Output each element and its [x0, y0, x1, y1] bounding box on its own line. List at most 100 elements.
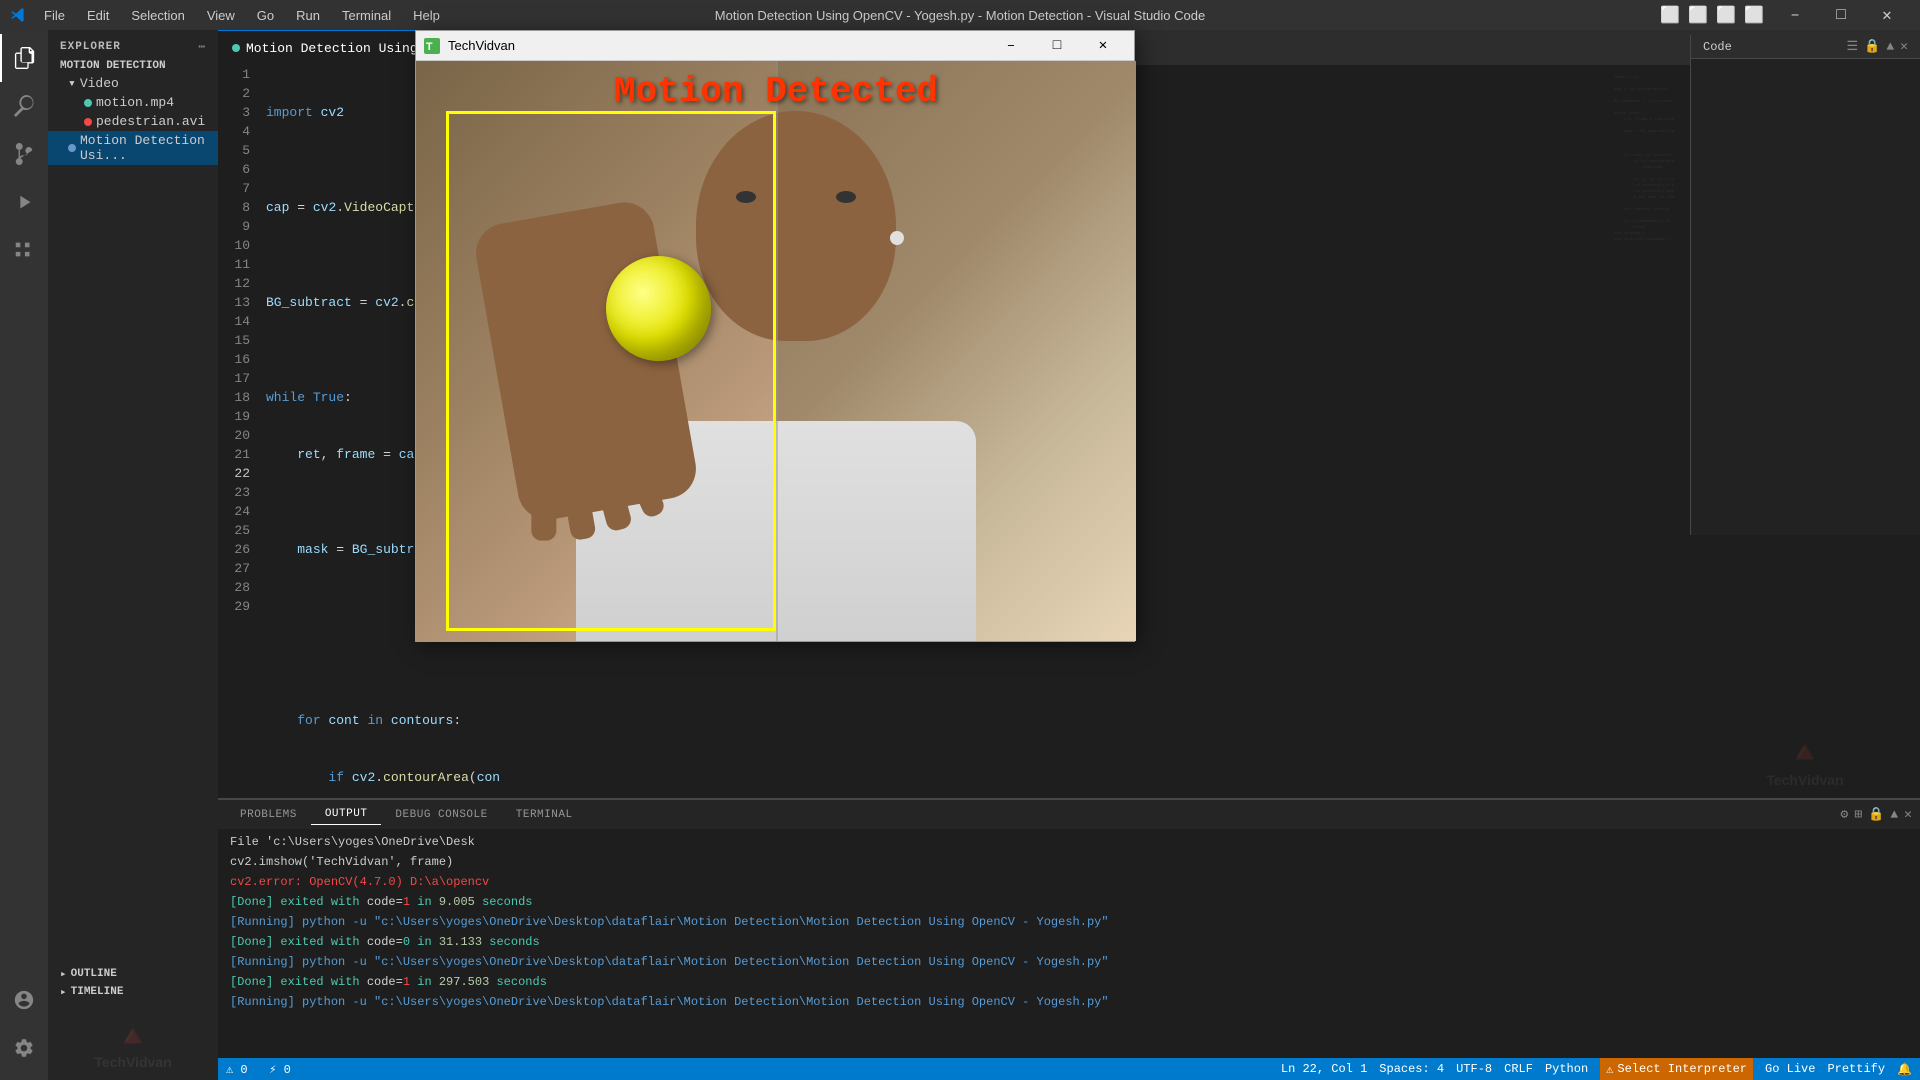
panel-split-icon[interactable]: ⊞: [1854, 807, 1862, 822]
tab-status-dot: [232, 44, 240, 52]
status-notification-icon[interactable]: 🔔: [1897, 1062, 1912, 1077]
line-num-25: 25: [218, 521, 250, 540]
tab-debug-console[interactable]: DEBUG CONSOLE: [381, 805, 501, 825]
opencv-titlebar: T TechVidvan – □ ✕: [416, 31, 1134, 61]
menu-edit[interactable]: Edit: [77, 4, 119, 27]
line-num-5: 5: [218, 141, 250, 160]
close-button[interactable]: ✕: [1864, 0, 1910, 30]
code-line-15: if cv2.contourArea(con: [266, 768, 1610, 787]
sidebar-header: Explorer ⋯: [48, 30, 218, 58]
line-num-26: 26: [218, 540, 250, 559]
status-line-ending[interactable]: CRLF: [1504, 1062, 1533, 1076]
activity-accounts[interactable]: [0, 976, 48, 1024]
layout-icon-1[interactable]: ⬜: [1660, 5, 1680, 25]
menu-selection[interactable]: Selection: [121, 4, 194, 27]
menu-view[interactable]: View: [197, 4, 245, 27]
line-num-18: 18: [218, 388, 250, 407]
menu-file[interactable]: File: [34, 4, 75, 27]
terminal-line-5: [Done] exited with code=1 in 9.005 secon…: [230, 893, 1908, 911]
menu-help[interactable]: Help: [403, 4, 450, 27]
panel-tabs-bar: PROBLEMS OUTPUT DEBUG CONSOLE TERMINAL ⚙…: [218, 799, 1920, 829]
status-spaces[interactable]: Spaces: 4: [1379, 1062, 1444, 1076]
line-num-6: 6: [218, 160, 250, 179]
panel-lock-icon[interactable]: 🔒: [1868, 807, 1884, 822]
tab-terminal[interactable]: TERMINAL: [502, 805, 587, 825]
panel-settings-icon[interactable]: ⚙: [1841, 807, 1849, 822]
new-file-icon[interactable]: ⋯: [198, 40, 206, 54]
chevron-down-icon: ▾: [68, 76, 76, 91]
activity-search[interactable]: [0, 82, 48, 130]
status-language[interactable]: Python: [1545, 1062, 1588, 1076]
activity-run-debug[interactable]: [0, 178, 48, 226]
line-num-22: 22: [218, 464, 250, 483]
title-bar-controls: – □ ✕: [1772, 0, 1910, 30]
outline-label[interactable]: ▸ OUTLINE: [48, 965, 218, 983]
menu-run[interactable]: Run: [286, 4, 330, 27]
status-interpreter[interactable]: ⚠ Select Interpreter: [1600, 1058, 1753, 1080]
sidebar-item-motion-mp4[interactable]: motion.mp4: [48, 93, 218, 112]
panel-right-controls: ⚙ ⊞ 🔒 ▲ ✕: [1841, 807, 1912, 822]
layout-icon-4[interactable]: ⬜: [1744, 5, 1764, 25]
sidebar-item-main-py[interactable]: Motion Detection Usi...: [48, 131, 218, 165]
status-prettify[interactable]: Prettify: [1827, 1062, 1885, 1076]
opencv-close[interactable]: ✕: [1080, 31, 1126, 61]
video-frame: Motion Detected: [416, 61, 1136, 641]
timeline-label[interactable]: ▸ TIMELINE: [48, 983, 218, 1001]
line-num-15: 15: [218, 331, 250, 350]
status-go-live[interactable]: Go Live: [1765, 1062, 1815, 1076]
sidebar-item-pedestrian-avi[interactable]: pedestrian.avi: [48, 112, 218, 131]
yellow-ball: [606, 256, 711, 361]
line-num-13: 13: [218, 293, 250, 312]
sidebar-header-icons[interactable]: ⋯: [198, 40, 206, 54]
activity-bar-bottom: [0, 976, 48, 1080]
opencv-maximize[interactable]: □: [1034, 31, 1080, 61]
status-encoding[interactable]: UTF-8: [1456, 1062, 1492, 1076]
opencv-window: T TechVidvan – □ ✕ Motion Detected: [415, 30, 1135, 642]
warning-triangle-icon: ⚠: [1606, 1062, 1613, 1077]
activity-source-control[interactable]: [0, 130, 48, 178]
minimize-button[interactable]: –: [1772, 0, 1818, 30]
opencv-window-title: TechVidvan: [448, 38, 515, 53]
opencv-minimize[interactable]: –: [988, 31, 1034, 61]
opencv-titlebar-left: T TechVidvan: [424, 38, 515, 54]
status-bar: ⚠ 0 ⚡ 0 Ln 22, Col 1 Spaces: 4 UTF-8 CRL…: [218, 1058, 1920, 1080]
line-num-4: 4: [218, 122, 250, 141]
panel-maximize-icon[interactable]: ▲: [1890, 807, 1898, 822]
error-icon: ⚠: [226, 1063, 233, 1077]
activity-settings[interactable]: [0, 1024, 48, 1072]
sidebar: Explorer ⋯ MOTION DETECTION ▾ Video moti…: [48, 30, 218, 1080]
line-num-19: 19: [218, 407, 250, 426]
title-bar-menu[interactable]: File Edit Selection View Go Run Terminal…: [34, 4, 450, 27]
tab-problems[interactable]: PROBLEMS: [226, 805, 311, 825]
file-name: Motion Detection Usi...: [80, 133, 218, 163]
sidebar-item-video[interactable]: ▾ Video: [48, 74, 218, 93]
file-name: motion.mp4: [96, 95, 174, 110]
terminal-line-7: [Running] python -u "c:\Users\yoges\OneD…: [230, 913, 1908, 931]
status-left: ⚠ 0 ⚡ 0: [226, 1062, 291, 1077]
chevron-right-icon: ▸: [60, 985, 67, 999]
line-num-20: 20: [218, 426, 250, 445]
status-right: Ln 22, Col 1 Spaces: 4 UTF-8 CRLF Python…: [1281, 1058, 1912, 1080]
terminal-line-9: [Done] exited with code=0 in 31.133 seco…: [230, 933, 1908, 951]
line-num-12: 12: [218, 274, 250, 293]
project-label[interactable]: MOTION DETECTION: [48, 58, 218, 74]
maximize-button[interactable]: □: [1818, 0, 1864, 30]
menu-go[interactable]: Go: [247, 4, 284, 27]
vscode-icon: [10, 7, 26, 23]
layout-icon-2[interactable]: ⬜: [1688, 5, 1708, 25]
opencv-icon: T: [424, 38, 440, 54]
panel-close-icon[interactable]: ✕: [1904, 807, 1912, 822]
motion-bounding-rect: [446, 111, 776, 631]
menu-terminal[interactable]: Terminal: [332, 4, 401, 27]
terminal-line-15: [Running] python -u "c:\Users\yoges\OneD…: [230, 993, 1908, 1011]
status-errors[interactable]: ⚠ 0 ⚡ 0: [226, 1062, 291, 1077]
file-name: pedestrian.avi: [96, 114, 205, 129]
bottom-panel: PROBLEMS OUTPUT DEBUG CONSOLE TERMINAL ⚙…: [218, 798, 1920, 1058]
bottom-editor-area: File 'c:\Users\yoges\OneDrive\Desk cv2.i…: [218, 829, 1920, 1058]
activity-extensions[interactable]: [0, 226, 48, 274]
line-num-9: 9: [218, 217, 250, 236]
layout-icon-3[interactable]: ⬜: [1716, 5, 1736, 25]
activity-explorer[interactable]: [0, 34, 48, 82]
tab-output[interactable]: OUTPUT: [311, 804, 382, 825]
status-line-col[interactable]: Ln 22, Col 1: [1281, 1062, 1367, 1076]
